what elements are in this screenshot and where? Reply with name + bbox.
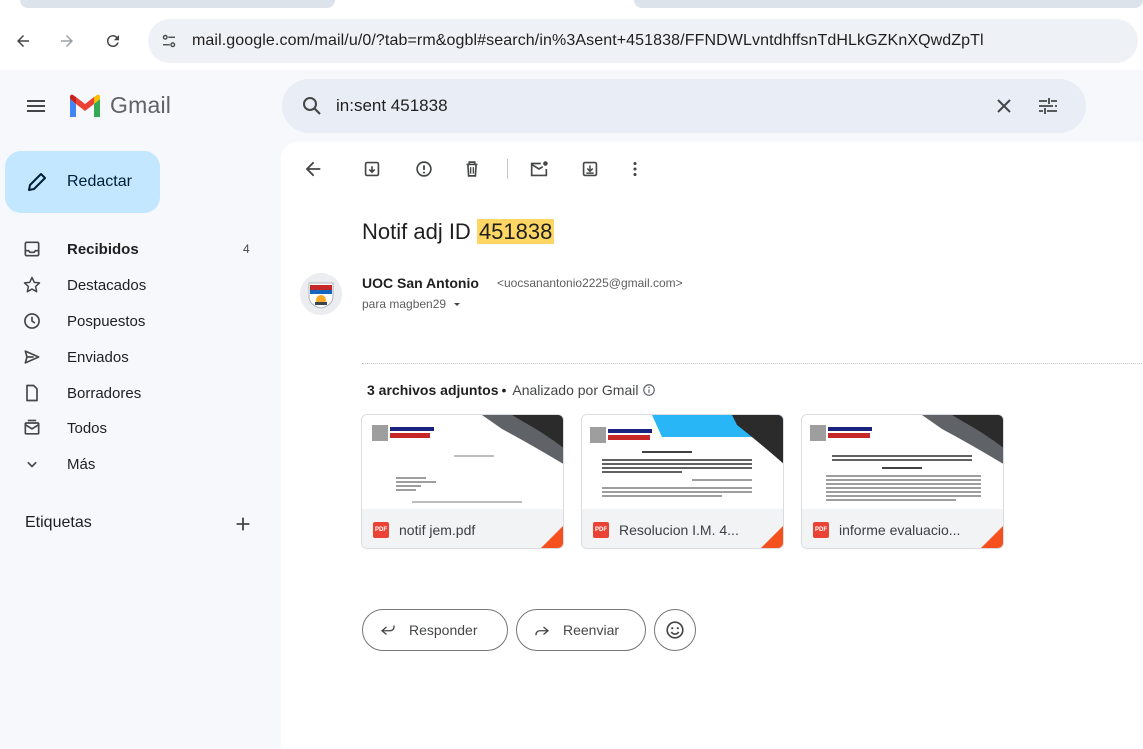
reply-button[interactable]: Responder bbox=[362, 609, 508, 651]
forward-arrow-icon bbox=[533, 621, 551, 639]
search-input[interactable] bbox=[336, 96, 936, 116]
attachments-count: 3 archivos adjuntos bbox=[367, 382, 499, 398]
attachment-card[interactable]: PDF notif jem.pdf bbox=[361, 414, 564, 549]
sidebar-item-recibidos[interactable]: Recibidos 4 bbox=[0, 233, 270, 265]
search-icon[interactable] bbox=[300, 94, 324, 118]
tab-strip bbox=[20, 0, 335, 8]
reply-label: Responder bbox=[409, 622, 478, 638]
pdf-icon: PDF bbox=[593, 521, 609, 538]
reply-icon bbox=[379, 621, 397, 639]
page-fold-corner bbox=[761, 526, 783, 548]
archive-icon[interactable] bbox=[361, 158, 383, 180]
pdf-icon: PDF bbox=[813, 521, 829, 538]
attachments-separator: • bbox=[501, 382, 507, 398]
sidebar-item-todos[interactable]: Todos bbox=[0, 412, 270, 444]
sidebar-item-borradores[interactable]: Borradores bbox=[0, 377, 270, 409]
subject-text: Notif adj ID bbox=[362, 219, 477, 244]
page-fold-corner bbox=[981, 526, 1003, 548]
plus-icon[interactable] bbox=[232, 513, 254, 535]
send-icon bbox=[22, 347, 42, 367]
pdf-icon: PDF bbox=[373, 521, 389, 538]
page-fold-corner bbox=[541, 526, 563, 548]
sidebar-item-label: Todos bbox=[67, 419, 108, 437]
attachment-footer: PDF informe evaluacio... bbox=[802, 509, 1003, 548]
info-icon[interactable] bbox=[642, 383, 656, 397]
compose-button[interactable]: Redactar bbox=[5, 151, 160, 213]
delete-icon[interactable] bbox=[461, 158, 483, 180]
report-spam-icon[interactable] bbox=[413, 158, 435, 180]
sidebar-item-pospuestos[interactable]: Pospuestos bbox=[0, 305, 270, 337]
emoji-reaction-button[interactable] bbox=[654, 609, 696, 651]
inbox-icon bbox=[22, 239, 42, 259]
sidebar-item-label: Enviados bbox=[67, 348, 129, 366]
attachment-footer: PDF Resolucion I.M. 4... bbox=[582, 509, 783, 548]
caret-down-icon[interactable] bbox=[452, 299, 462, 309]
message-panel: Notif adj ID 451838 UOC San Antonio <uoc… bbox=[281, 142, 1143, 749]
gmail-logo[interactable]: Gmail bbox=[68, 92, 171, 119]
back-icon[interactable] bbox=[10, 28, 36, 54]
attachment-name: Resolucion I.M. 4... bbox=[619, 521, 739, 538]
divider bbox=[362, 363, 1142, 364]
attachment-name: notif jem.pdf bbox=[399, 521, 476, 538]
chevron-down-icon bbox=[22, 454, 42, 474]
attachment-preview bbox=[362, 415, 563, 509]
reload-icon[interactable] bbox=[100, 28, 126, 54]
subject-search-highlight: 451838 bbox=[476, 219, 555, 244]
address-bar[interactable]: mail.google.com/mail/u/0/?tab=rm&ogbl#se… bbox=[148, 19, 1138, 63]
pdf-thumbnail bbox=[362, 415, 563, 509]
smiley-icon bbox=[666, 621, 684, 639]
draft-icon bbox=[22, 383, 42, 403]
star-icon bbox=[22, 275, 42, 295]
forward-button[interactable]: Reenviar bbox=[516, 609, 646, 651]
move-to-icon[interactable] bbox=[579, 158, 601, 180]
search-options-icon[interactable] bbox=[1036, 94, 1060, 118]
unread-count: 4 bbox=[243, 242, 250, 256]
browser-toolbar: mail.google.com/mail/u/0/?tab=rm&ogbl#se… bbox=[0, 0, 1143, 70]
pdf-thumbnail bbox=[582, 415, 783, 509]
recipient-line[interactable]: para magben29 bbox=[362, 297, 462, 311]
sender-email: <uocsanantonio2225@gmail.com> bbox=[497, 276, 683, 290]
back-arrow-icon[interactable] bbox=[302, 158, 324, 180]
forward-icon[interactable] bbox=[54, 28, 80, 54]
message-subject: Notif adj ID 451838 bbox=[362, 219, 555, 245]
main-menu-icon[interactable] bbox=[24, 94, 48, 118]
toolbar-divider bbox=[507, 159, 508, 179]
clock-icon bbox=[22, 311, 42, 331]
attachment-name: informe evaluacio... bbox=[839, 521, 961, 538]
attachment-footer: PDF notif jem.pdf bbox=[362, 509, 563, 548]
attachment-preview bbox=[582, 415, 783, 509]
sidebar-item-label: Más bbox=[67, 455, 96, 473]
sidebar-item-label: Borradores bbox=[67, 384, 142, 402]
scan-status: Analizado por Gmail bbox=[512, 382, 639, 398]
attachment-card[interactable]: PDF Resolucion I.M. 4... bbox=[581, 414, 784, 549]
recipient-text: para magben29 bbox=[362, 297, 447, 311]
sidebar-item-destacados[interactable]: Destacados bbox=[0, 269, 270, 301]
sender-name[interactable]: UOC San Antonio bbox=[362, 275, 479, 291]
url-text[interactable]: mail.google.com/mail/u/0/?tab=rm&ogbl#se… bbox=[192, 32, 984, 50]
sidebar-item-mas[interactable]: Más bbox=[0, 448, 270, 480]
tab-strip bbox=[634, 0, 1143, 8]
attachments-header: 3 archivos adjuntos • Analizado por Gmai… bbox=[367, 382, 656, 398]
sidebar-item-enviados[interactable]: Enviados bbox=[0, 341, 270, 373]
pdf-thumbnail bbox=[802, 415, 1003, 509]
labels-heading: Etiquetas bbox=[25, 514, 92, 531]
sidebar-item-label: Recibidos bbox=[67, 240, 139, 258]
sidebar-item-label: Pospuestos bbox=[67, 312, 146, 330]
attachment-preview bbox=[802, 415, 1003, 509]
attachment-card[interactable]: PDF informe evaluacio... bbox=[801, 414, 1004, 549]
search-bar[interactable] bbox=[282, 79, 1086, 133]
forward-label: Reenviar bbox=[563, 622, 620, 638]
site-info-icon[interactable] bbox=[154, 26, 184, 56]
app-name: Gmail bbox=[110, 92, 172, 118]
pencil-icon bbox=[25, 170, 49, 194]
mark-unread-icon[interactable] bbox=[528, 158, 550, 180]
compose-label: Redactar bbox=[67, 173, 132, 190]
municipality-seal-icon bbox=[300, 273, 342, 315]
sidebar-item-label: Destacados bbox=[67, 276, 147, 294]
gmail-m-icon bbox=[70, 94, 100, 117]
avatar[interactable] bbox=[300, 273, 342, 315]
all-mail-icon bbox=[22, 418, 42, 438]
close-icon[interactable] bbox=[992, 94, 1016, 118]
more-options-icon[interactable] bbox=[624, 158, 646, 180]
